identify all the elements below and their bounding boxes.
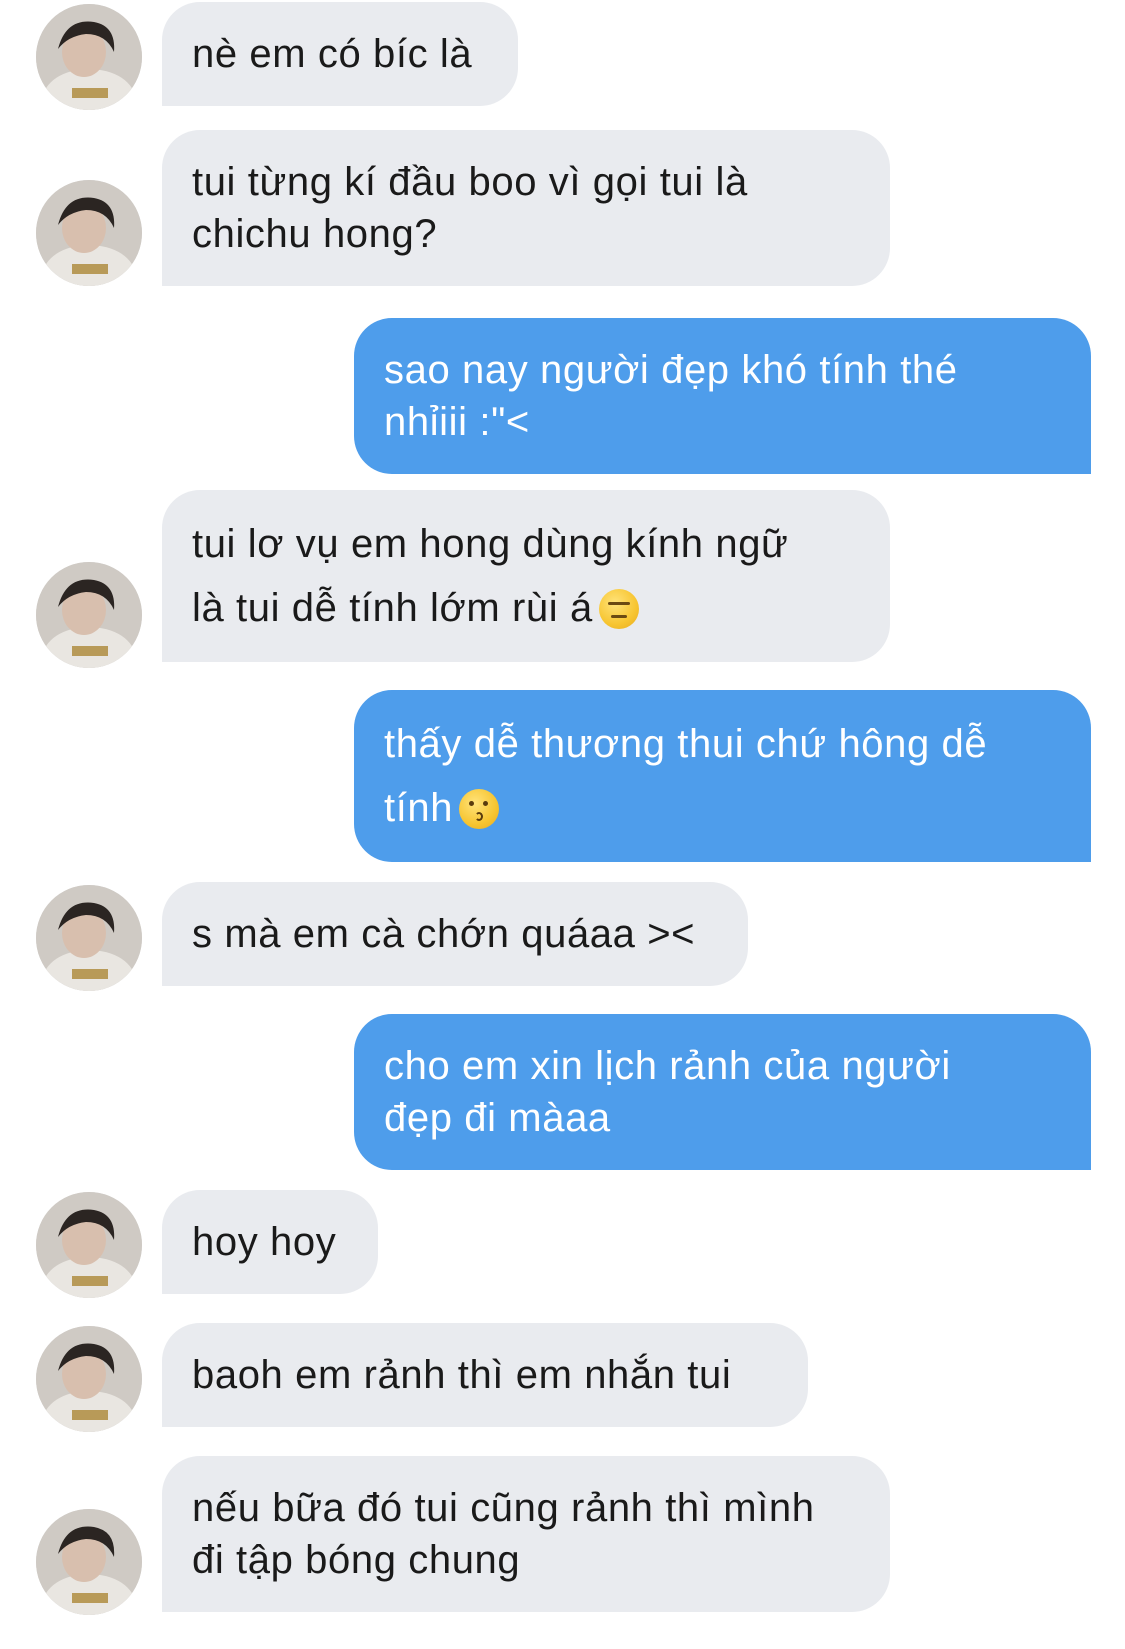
message-text: đẹp đi màaa <box>384 1096 611 1140</box>
message-text: nếu bữa đó tui cũng rảnh thì mình <box>192 1486 815 1530</box>
incoming-message[interactable]: tui lơ vụ em hong dùng kính ngữ là tui d… <box>162 490 890 662</box>
contact-avatar[interactable] <box>36 1326 142 1432</box>
message-text: cho em xin lịch rảnh của người <box>384 1044 951 1088</box>
contact-avatar[interactable] <box>36 885 142 991</box>
message-text: nè em có bíc là <box>192 32 473 76</box>
message-text: nhỉiii :"< <box>384 400 530 444</box>
outgoing-message[interactable]: cho em xin lịch rảnh của người đẹp đi mà… <box>354 1014 1091 1170</box>
incoming-message[interactable]: hoy hoy <box>162 1190 378 1294</box>
contact-photo-icon <box>36 180 142 286</box>
contact-avatar[interactable] <box>36 180 142 286</box>
contact-avatar[interactable] <box>36 1509 142 1615</box>
message-text: tính <box>384 786 454 830</box>
contact-photo-icon <box>36 1192 142 1298</box>
contact-photo-icon <box>36 1509 142 1615</box>
message-text: chichu hong? <box>192 212 438 256</box>
contact-avatar[interactable] <box>36 562 142 668</box>
contact-avatar[interactable] <box>36 4 142 110</box>
kissing-face-icon <box>459 789 500 829</box>
message-text: hoy hoy <box>192 1220 337 1264</box>
incoming-message[interactable]: tui từng kí đầu boo vì gọi tui là chichu… <box>162 130 890 286</box>
contact-photo-icon <box>36 885 142 991</box>
incoming-message[interactable]: nếu bữa đó tui cũng rảnh thì mình đi tập… <box>162 1456 890 1612</box>
message-text: s mà em cà chớn quáaa >< <box>192 912 696 956</box>
message-text: đi tập bóng chung <box>192 1538 521 1582</box>
message-text: sao nay người đẹp khó tính thé <box>384 348 958 392</box>
contact-photo-icon <box>36 562 142 668</box>
incoming-message[interactable]: s mà em cà chớn quáaa >< <box>162 882 748 986</box>
message-text: là tui dễ tính lớm rùi á <box>192 586 593 630</box>
incoming-message[interactable]: baoh em rảnh thì em nhắn tui <box>162 1323 808 1427</box>
message-text: tui lơ vụ em hong dùng kính ngữ <box>192 522 789 566</box>
message-text: tui từng kí đầu boo vì gọi tui là <box>192 160 748 204</box>
contact-photo-icon <box>36 1326 142 1432</box>
expressionless-face-icon <box>598 589 639 629</box>
outgoing-message[interactable]: thấy dễ thương thui chứ hông dễ tính <box>354 690 1091 862</box>
message-thread: nè em có bíc là tui từng kí đầu boo vì g… <box>0 0 1125 1649</box>
contact-photo-icon <box>36 4 142 110</box>
contact-avatar[interactable] <box>36 1192 142 1298</box>
outgoing-message[interactable]: sao nay người đẹp khó tính thé nhỉiii :"… <box>354 318 1091 474</box>
incoming-message[interactable]: nè em có bíc là <box>162 2 518 106</box>
message-text: thấy dễ thương thui chứ hông dễ <box>384 722 988 766</box>
message-text: baoh em rảnh thì em nhắn tui <box>192 1353 732 1397</box>
